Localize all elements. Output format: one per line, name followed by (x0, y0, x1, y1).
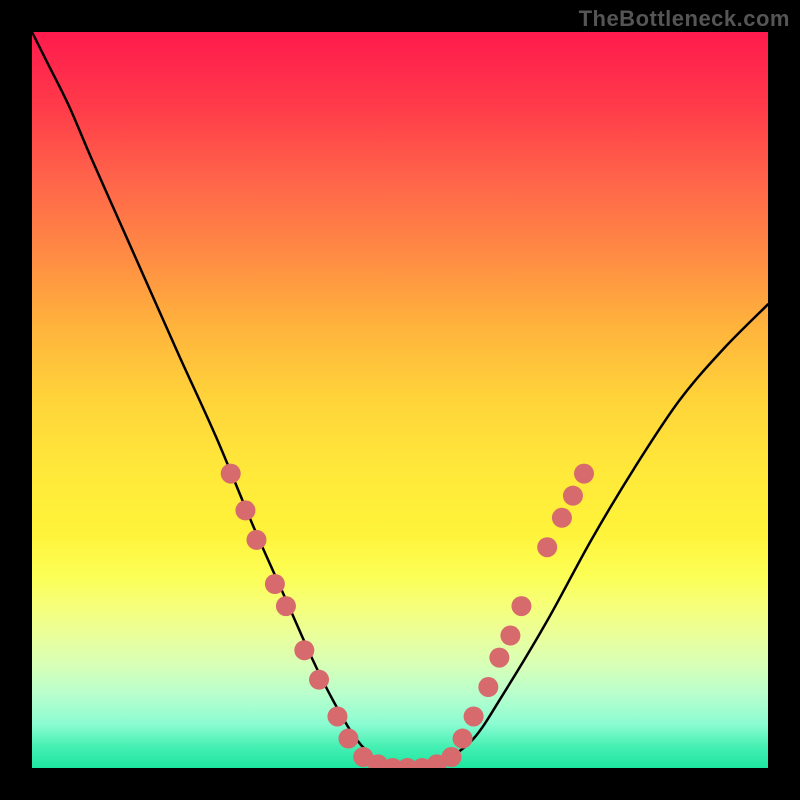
attribution-text: TheBottleneck.com (579, 6, 790, 32)
marker-point (294, 640, 314, 660)
marker-point (511, 596, 531, 616)
marker-point (412, 758, 432, 768)
marker-point (552, 508, 572, 528)
marker-point (453, 729, 473, 749)
marker-point (246, 530, 266, 550)
marker-point (309, 670, 329, 690)
marker-point (276, 596, 296, 616)
marker-point (368, 754, 388, 768)
marker-point (478, 677, 498, 697)
marker-point (489, 648, 509, 668)
marker-point (427, 754, 447, 768)
marker-point (500, 626, 520, 646)
marker-point (327, 706, 347, 726)
marker-group (221, 464, 594, 768)
marker-point (464, 706, 484, 726)
bottleneck-curve-line (32, 32, 768, 768)
marker-point (537, 537, 557, 557)
chart-plot-area (32, 32, 768, 768)
chart-svg (32, 32, 768, 768)
marker-point (442, 747, 462, 767)
marker-point (338, 729, 358, 749)
marker-point (221, 464, 241, 484)
marker-point (383, 758, 403, 768)
marker-point (574, 464, 594, 484)
marker-point (397, 758, 417, 768)
marker-point (235, 500, 255, 520)
marker-point (563, 486, 583, 506)
marker-point (353, 747, 373, 767)
marker-point (265, 574, 285, 594)
